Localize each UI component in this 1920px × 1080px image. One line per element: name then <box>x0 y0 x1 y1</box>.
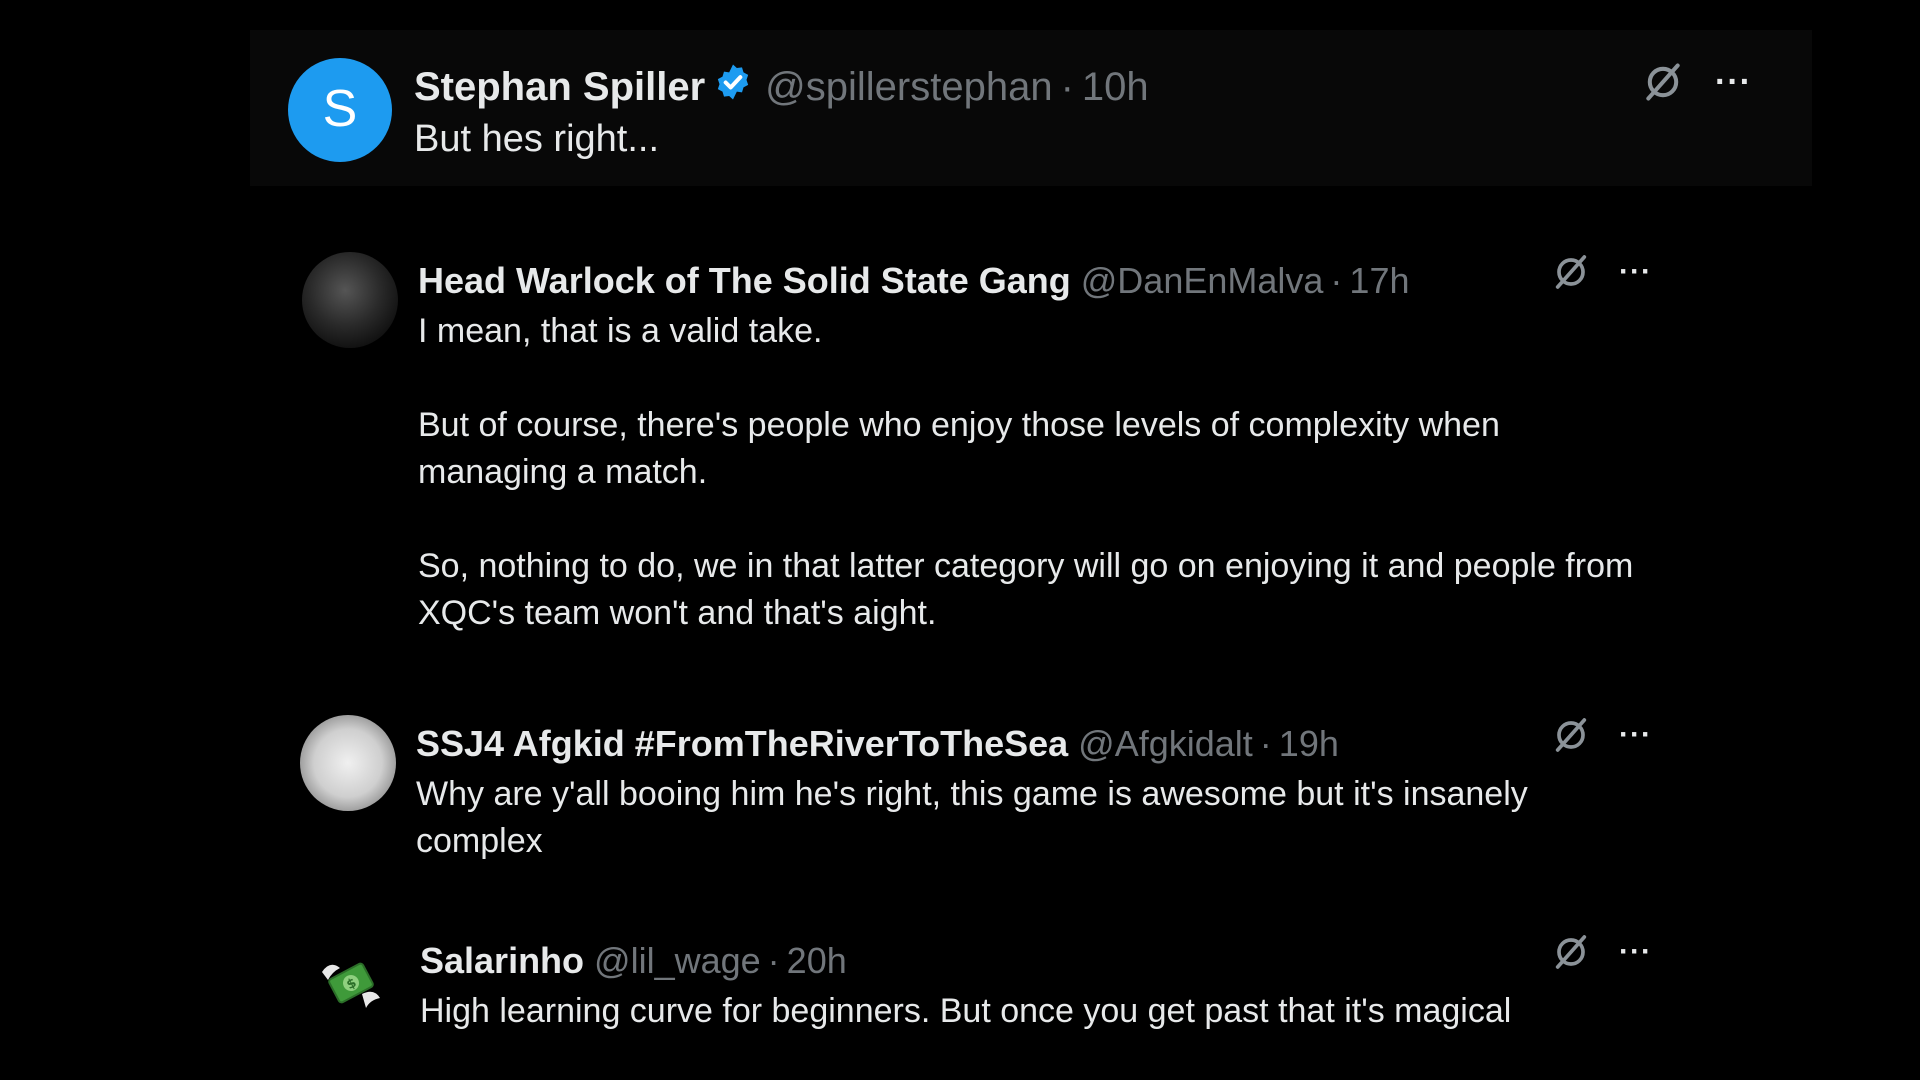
separator-dot: · <box>1259 723 1272 764</box>
avatar[interactable] <box>302 252 398 348</box>
post-text: Why are y'all booing him he's right, thi… <box>416 771 1652 865</box>
display-name[interactable]: Stephan Spiller <box>414 65 705 110</box>
more-icon[interactable]: ··· <box>1715 63 1752 102</box>
separator-dot: · <box>1060 64 1074 109</box>
verified-badge-icon <box>713 62 753 112</box>
post-actions: ··· <box>1641 60 1752 104</box>
post-time[interactable]: 10h <box>1082 65 1149 110</box>
grok-icon[interactable] <box>1551 252 1591 292</box>
post-time[interactable]: 20h <box>787 940 847 982</box>
post-actions: ··· <box>1551 715 1652 755</box>
grok-icon[interactable] <box>1551 932 1591 972</box>
post-header: Salarinho @lil_wage · 20h <box>420 936 1652 986</box>
user-handle[interactable]: @lil_wage <box>594 940 761 982</box>
more-icon[interactable]: ··· <box>1619 718 1652 752</box>
post-header: SSJ4 Afgkid #FromTheRiverToTheSea @Afgki… <box>416 719 1652 769</box>
avatar-letter: S <box>322 79 358 138</box>
post-ssj4-afgkid[interactable]: SSJ4 Afgkid #FromTheRiverToTheSea @Afgki… <box>300 715 1652 865</box>
user-handle[interactable]: @Afgkidalt <box>1078 723 1253 765</box>
more-icon[interactable]: ··· <box>1619 935 1652 969</box>
post-body: Stephan Spiller @spillerstephan · 10h Bu… <box>414 60 1812 161</box>
post-paragraph: But of course, there's people who enjoy … <box>418 406 1500 491</box>
post-head-warlock[interactable]: Head Warlock of The Solid State Gang @Da… <box>302 252 1652 637</box>
post-actions: ··· <box>1551 252 1652 292</box>
avatar[interactable] <box>300 715 396 811</box>
post-paragraph: But hes right... <box>414 118 660 160</box>
post-text: High learning curve for beginners. But o… <box>420 988 1652 1035</box>
post-salarinho[interactable]: $ Salarinho @lil_wage · 20h High learnin… <box>318 932 1652 1035</box>
post-paragraph: I mean, that is a valid take. <box>418 312 823 350</box>
post-header: Stephan Spiller @spillerstephan · 10h <box>414 60 1812 114</box>
post-body: Salarinho @lil_wage · 20h High learning … <box>420 936 1652 1035</box>
separator-dot: · <box>1330 260 1343 301</box>
post-actions: ··· <box>1551 932 1652 972</box>
display-name[interactable]: Salarinho <box>420 940 584 982</box>
more-icon[interactable]: ··· <box>1619 255 1652 289</box>
grok-icon[interactable] <box>1641 60 1685 104</box>
post-time[interactable]: 17h <box>1349 260 1409 302</box>
post-body: Head Warlock of The Solid State Gang @Da… <box>418 256 1652 637</box>
post-text: I mean, that is a valid take. But of cou… <box>418 308 1652 637</box>
display-name[interactable]: Head Warlock of The Solid State Gang <box>418 260 1071 302</box>
post-paragraph: So, nothing to do, we in that latter cat… <box>418 547 1634 632</box>
post-paragraph: Why are y'all booing him he's right, thi… <box>416 775 1528 860</box>
post-stephan-spiller[interactable]: S Stephan Spiller @spillerstephan · 10h … <box>250 30 1812 186</box>
post-header: Head Warlock of The Solid State Gang @Da… <box>418 256 1652 306</box>
money-with-wings-icon[interactable]: $ <box>318 950 384 1016</box>
user-handle[interactable]: @spillerstephan <box>765 65 1052 110</box>
grok-icon[interactable] <box>1551 715 1591 755</box>
display-name[interactable]: SSJ4 Afgkid #FromTheRiverToTheSea <box>416 723 1068 765</box>
separator-dot: · <box>767 940 780 981</box>
post-time[interactable]: 19h <box>1279 723 1339 765</box>
post-body: SSJ4 Afgkid #FromTheRiverToTheSea @Afgki… <box>416 719 1652 865</box>
user-handle[interactable]: @DanEnMalva <box>1081 260 1324 302</box>
avatar[interactable]: S <box>288 58 392 162</box>
post-text: But hes right... <box>414 118 1812 161</box>
post-paragraph: High learning curve for beginners. But o… <box>420 992 1512 1030</box>
